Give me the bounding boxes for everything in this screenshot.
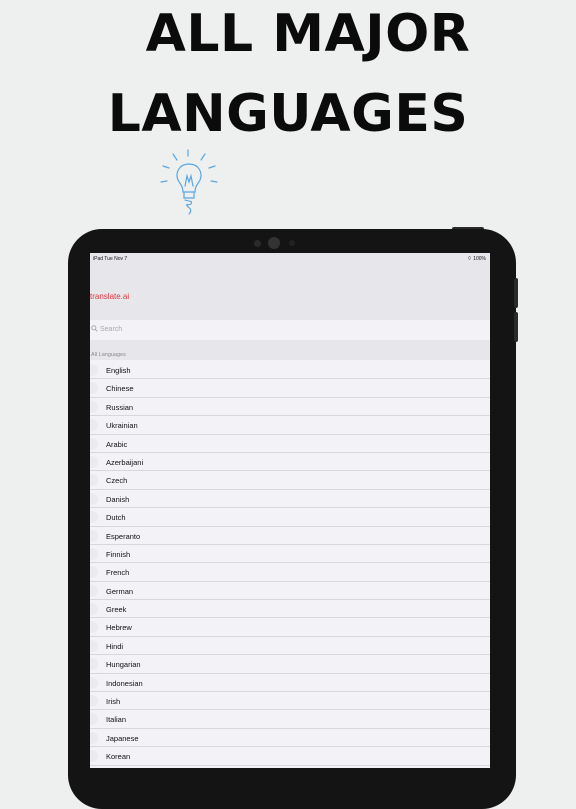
flag-icon (90, 455, 98, 468)
flag-icon (90, 547, 98, 560)
flag-icon (90, 695, 98, 708)
language-row[interactable]: German (90, 581, 490, 601)
language-row[interactable]: French (90, 563, 490, 582)
search-icon (91, 325, 98, 332)
flag-icon (90, 676, 98, 689)
lightbulb-icon (160, 149, 218, 215)
language-row[interactable]: Dutch (90, 508, 490, 527)
language-label: Italian (106, 715, 127, 725)
section-label: All Languages (91, 352, 126, 358)
language-row[interactable]: Russian (90, 397, 490, 417)
language-label: Czech (106, 476, 128, 486)
headline-line-2: LANGUAGES (107, 84, 469, 144)
language-label: Danish (106, 494, 130, 504)
flag-icon (90, 658, 98, 671)
language-label: Finnish (106, 549, 131, 559)
flag-icon (90, 713, 98, 726)
language-row[interactable]: Hebrew (90, 618, 490, 637)
flag-icon (90, 437, 98, 450)
flag-icon (90, 364, 98, 376)
search-input[interactable]: Search (90, 320, 490, 340)
flag-icon (90, 731, 98, 744)
headline-line-1: ALL MAJOR (145, 4, 471, 64)
language-label: Azerbaijani (106, 457, 144, 467)
flag-icon (90, 529, 98, 542)
language-label: Hungarian (106, 660, 141, 670)
search-placeholder: Search (100, 326, 123, 333)
language-label: Ukrainian (106, 421, 138, 431)
flag-icon (90, 511, 98, 524)
language-row[interactable]: Ukrainian (90, 416, 490, 435)
language-row[interactable]: Arabic (90, 434, 490, 453)
language-row[interactable]: Danish (90, 489, 490, 509)
language-label: Dutch (106, 513, 126, 523)
status-time: iPad Tue Nov 7 (93, 256, 128, 262)
camera-lens (268, 237, 280, 249)
language-row[interactable]: Japanese (90, 728, 490, 748)
language-label: Esperanto (106, 531, 141, 541)
app-title[interactable]: translate.ai (90, 292, 129, 301)
language-row[interactable]: Azerbaijani (90, 452, 490, 472)
language-row[interactable]: Esperanto (90, 526, 490, 545)
language-row[interactable]: Irish (90, 692, 490, 711)
battery-label: 100% (473, 256, 486, 262)
language-row[interactable]: English (90, 361, 490, 380)
flag-icon (90, 621, 98, 634)
flag-icon (90, 382, 98, 395)
sensor-dot (289, 240, 295, 246)
flag-icon (90, 639, 98, 652)
language-label: Korean (106, 752, 131, 762)
flag-icon (90, 492, 98, 505)
language-row[interactable]: Italian (90, 710, 490, 729)
language-list: English Chinese Russian Ukrainian Arabic Azer… (90, 361, 490, 766)
language-label: Irish (106, 697, 121, 707)
flag-icon (90, 603, 98, 616)
language-row[interactable]: Chinese (90, 379, 490, 398)
language-label: Japanese (106, 733, 139, 743)
flag-icon (90, 566, 98, 579)
language-row[interactable]: Czech (90, 471, 490, 490)
wifi-icon: ⌔ (467, 256, 472, 262)
status-right: ⌔ 100% (467, 256, 486, 262)
language-row[interactable]: Hindi (90, 636, 490, 656)
volume-up-button (514, 278, 518, 308)
flag-icon (90, 400, 98, 413)
language-label: Indonesian (106, 678, 143, 688)
sensor-dot (254, 240, 261, 247)
language-label: Arabic (106, 439, 128, 449)
language-row[interactable]: Hungarian (90, 655, 490, 674)
volume-down-button (514, 312, 518, 342)
language-label: Russian (106, 402, 134, 412)
language-row[interactable]: Finnish (90, 544, 490, 564)
language-label: Hindi (106, 641, 124, 651)
flag-icon (90, 750, 98, 763)
language-label: English (106, 366, 131, 375)
language-label: German (106, 586, 134, 596)
language-row[interactable]: Greek (90, 600, 490, 619)
language-row[interactable]: Indonesian (90, 673, 490, 693)
flag-icon (90, 419, 98, 432)
language-label: French (106, 568, 130, 578)
language-label: Greek (106, 605, 127, 615)
navigation-bar: translate.ai (90, 265, 490, 320)
flag-icon (90, 474, 98, 487)
flag-icon (90, 584, 98, 597)
status-bar: iPad Tue Nov 7 ⌔ 100% (90, 253, 490, 265)
language-label: Hebrew (106, 623, 132, 633)
app-screen: iPad Tue Nov 7 ⌔ 100% translate.ai Searc… (90, 253, 490, 768)
section-header: All Languages (90, 340, 490, 360)
language-label: Chinese (106, 384, 134, 394)
language-row[interactable]: Korean (90, 747, 490, 766)
